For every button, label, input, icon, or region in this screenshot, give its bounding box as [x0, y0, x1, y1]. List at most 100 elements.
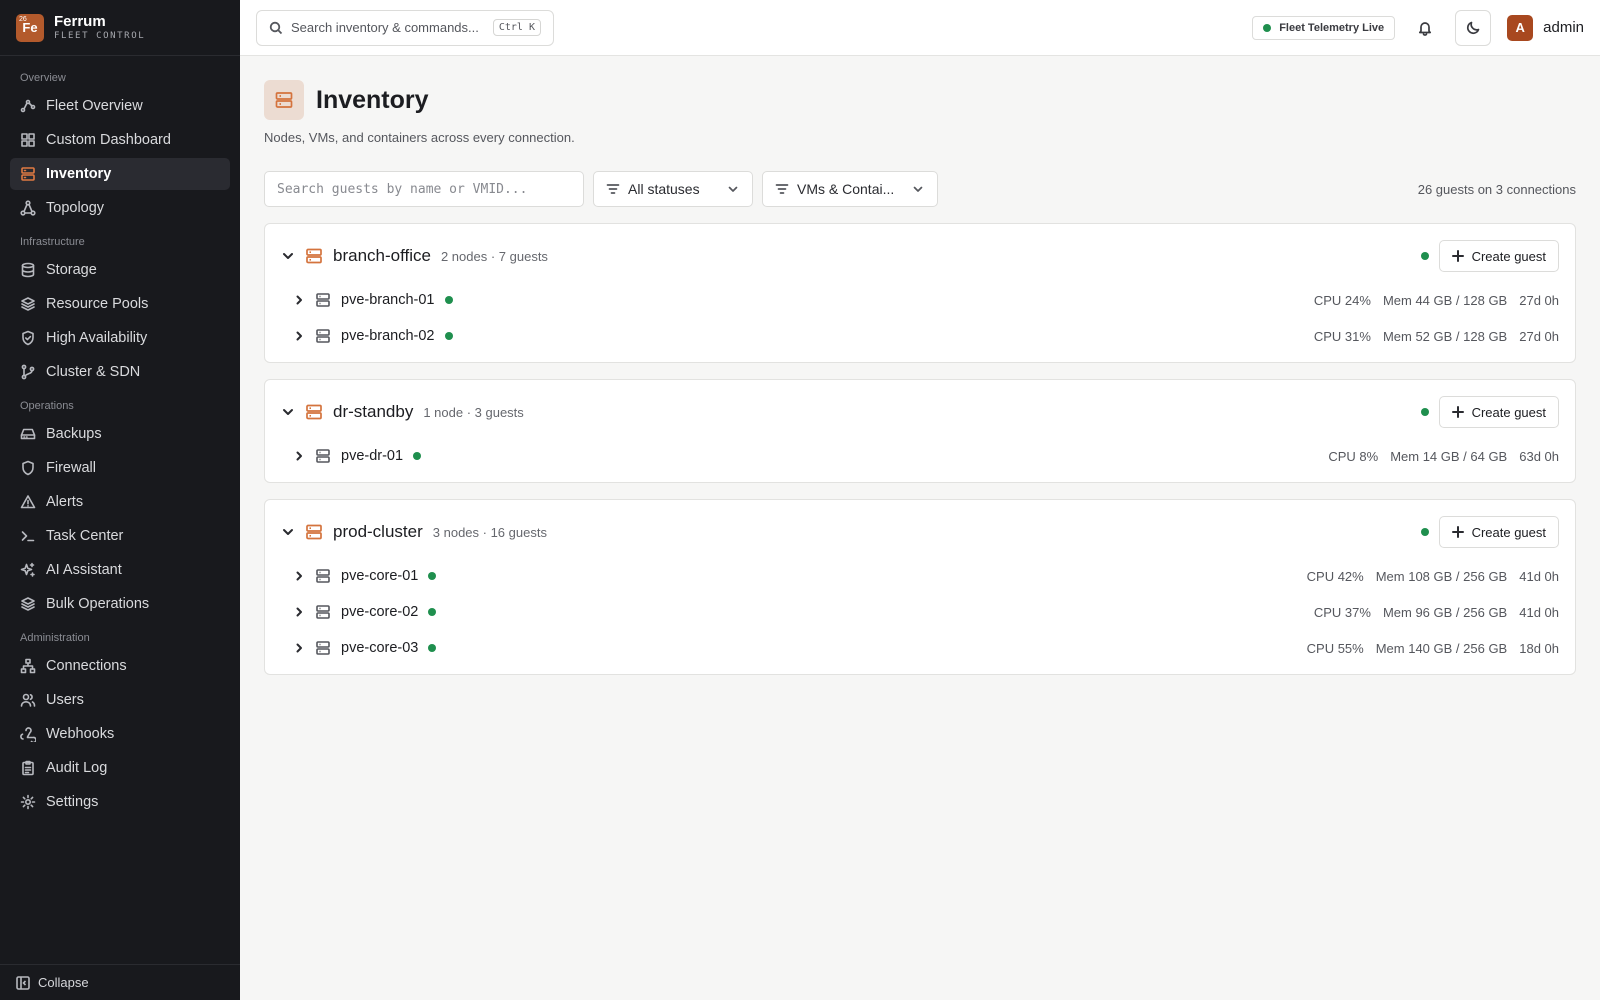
telemetry-label: Fleet Telemetry Live: [1279, 21, 1385, 34]
notifications-button[interactable]: [1407, 10, 1443, 46]
node-row[interactable]: pve-branch-01 CPU 24% Mem 44 GB / 128 GB…: [281, 282, 1559, 318]
sidebar-nav: Overview Fleet Overview Custom Dashboard…: [0, 56, 240, 964]
server-icon: [316, 641, 330, 655]
sidebar-item-label: Connections: [46, 658, 127, 674]
sidebar-item-connections[interactable]: Connections: [10, 650, 230, 682]
chevron-right-icon[interactable]: [293, 606, 305, 618]
brand-logo-sup: 26: [19, 15, 27, 23]
sidebar-item-users[interactable]: Users: [10, 684, 230, 716]
plus-icon: [1451, 406, 1464, 418]
sidebar-item-high-availability[interactable]: High Availability: [10, 322, 230, 354]
sidebar-item-alerts[interactable]: Alerts: [10, 486, 230, 518]
status-filter-select[interactable]: All statuses: [593, 171, 753, 207]
sidebar-item-custom-dashboard[interactable]: Custom Dashboard: [10, 124, 230, 156]
sidebar-item-label: Users: [46, 692, 84, 708]
sidebar-item-label: Settings: [46, 794, 99, 810]
sidebar-item-webhooks[interactable]: Webhooks: [10, 718, 230, 750]
chevron-right-icon[interactable]: [293, 294, 305, 306]
moon-icon: [1467, 21, 1480, 34]
node-uptime: 63d 0h: [1519, 448, 1559, 464]
node-uptime: 41d 0h: [1519, 568, 1559, 584]
type-filter-select[interactable]: VMs & Contai...: [762, 171, 938, 207]
create-guest-button[interactable]: Create guest: [1438, 516, 1559, 548]
node-cpu: CPU 8%: [1328, 448, 1379, 464]
sidebar-item-topology[interactable]: Topology: [10, 192, 230, 224]
node-mem: Mem 52 GB / 128 GB: [1382, 328, 1508, 344]
chevron-down-icon[interactable]: [281, 405, 295, 419]
cluster-actions: Create guest: [1420, 516, 1559, 548]
chevron-down-icon[interactable]: [281, 525, 295, 539]
status-dot: [1420, 252, 1429, 260]
create-guest-button[interactable]: Create guest: [1438, 240, 1559, 272]
topbar: Search inventory & commands... Ctrl K Fl…: [240, 0, 1600, 56]
node-row[interactable]: pve-core-03 CPU 55% Mem 140 GB / 256 GB …: [281, 630, 1559, 666]
cluster-actions: Create guest: [1420, 240, 1559, 272]
node-row[interactable]: pve-core-01 CPU 42% Mem 108 GB / 256 GB …: [281, 558, 1559, 594]
sidebar-item-label: Storage: [46, 262, 97, 278]
cluster-name: dr-standby: [333, 402, 414, 421]
node-row[interactable]: pve-branch-02 CPU 31% Mem 52 GB / 128 GB…: [281, 318, 1559, 354]
guest-count-summary: 26 guests on 3 connections: [1417, 181, 1576, 197]
sidebar-item-ai-assistant[interactable]: AI Assistant: [10, 554, 230, 586]
chevron-right-icon[interactable]: [293, 330, 305, 342]
nav-section-administration: Administration: [20, 632, 90, 644]
chevron-down-icon[interactable]: [281, 249, 295, 263]
server-icon: [316, 329, 330, 343]
network-icon: [20, 658, 36, 674]
cluster-header[interactable]: dr-standby 1 node · 3 guests Create gues…: [281, 392, 1559, 432]
sidebar-item-settings[interactable]: Settings: [10, 786, 230, 818]
filter-icon: [775, 184, 789, 194]
status-filter-value: All statuses: [628, 181, 700, 197]
node-name: pve-core-02: [341, 604, 419, 620]
chevron-right-icon[interactable]: [293, 642, 305, 654]
nav-section-operations: Operations: [20, 400, 74, 412]
node-uptime: 18d 0h: [1519, 640, 1559, 656]
status-dot: [1263, 23, 1272, 32]
node-mem: Mem 44 GB / 128 GB: [1382, 292, 1508, 308]
sidebar-item-label: Inventory: [46, 166, 112, 182]
chevron-down-icon: [728, 186, 738, 192]
brand[interactable]: 26 Fe Ferrum FLEET CONTROL: [0, 0, 240, 56]
sidebar-item-storage[interactable]: Storage: [10, 254, 230, 286]
server-icon: [21, 167, 35, 181]
sidebar-item-task-center[interactable]: Task Center: [10, 520, 230, 552]
sidebar-item-resource-pools[interactable]: Resource Pools: [10, 288, 230, 320]
node-name: pve-branch-02: [341, 328, 435, 344]
node-cpu: CPU 31%: [1313, 328, 1371, 344]
sidebar-item-backups[interactable]: Backups: [10, 418, 230, 450]
collapse-sidebar-button[interactable]: Collapse: [0, 964, 240, 1000]
status-dot: [428, 608, 437, 616]
create-guest-button[interactable]: Create guest: [1438, 396, 1559, 428]
main-area: Search inventory & commands... Ctrl K Fl…: [240, 0, 1600, 1000]
telemetry-status-badge[interactable]: Fleet Telemetry Live: [1252, 15, 1396, 40]
sidebar-item-cluster-sdn[interactable]: Cluster & SDN: [10, 356, 230, 388]
sidebar-item-label: Fleet Overview: [46, 98, 143, 114]
gear-icon: [20, 794, 36, 810]
sidebar-item-inventory[interactable]: Inventory: [10, 158, 230, 190]
warning-icon: [20, 495, 36, 509]
node-uptime: 41d 0h: [1519, 604, 1559, 620]
node-cpu: CPU 42%: [1306, 568, 1364, 584]
node-mem: Mem 108 GB / 256 GB: [1375, 568, 1508, 584]
guest-search-input[interactable]: Search guests by name or VMID...: [264, 171, 584, 207]
sidebar-item-bulk-operations[interactable]: Bulk Operations: [10, 588, 230, 620]
cluster-name: prod-cluster: [333, 522, 423, 541]
webhook-icon: [20, 727, 36, 742]
panel-collapse-icon: [16, 975, 30, 990]
sidebar-item-audit-log[interactable]: Audit Log: [10, 752, 230, 784]
user-name: admin: [1543, 19, 1584, 36]
server-icon: [316, 569, 330, 583]
command-search[interactable]: Search inventory & commands... Ctrl K: [256, 9, 554, 46]
server-icon: [306, 524, 322, 540]
theme-toggle-button[interactable]: [1455, 9, 1492, 46]
cluster-header[interactable]: prod-cluster 3 nodes · 16 guests Create …: [281, 512, 1559, 552]
node-row[interactable]: pve-dr-01 CPU 8% Mem 14 GB / 64 GB 63d 0…: [281, 438, 1559, 474]
cluster-header[interactable]: branch-office 2 nodes · 7 guests Create …: [281, 236, 1559, 276]
user-menu[interactable]: A admin: [1507, 14, 1584, 41]
chevron-right-icon[interactable]: [293, 570, 305, 582]
sidebar-item-firewall[interactable]: Firewall: [10, 452, 230, 484]
node-row[interactable]: pve-core-02 CPU 37% Mem 96 GB / 256 GB 4…: [281, 594, 1559, 630]
sidebar-item-label: Webhooks: [46, 726, 115, 742]
sidebar-item-fleet-overview[interactable]: Fleet Overview: [10, 90, 230, 122]
chevron-right-icon[interactable]: [293, 450, 305, 462]
